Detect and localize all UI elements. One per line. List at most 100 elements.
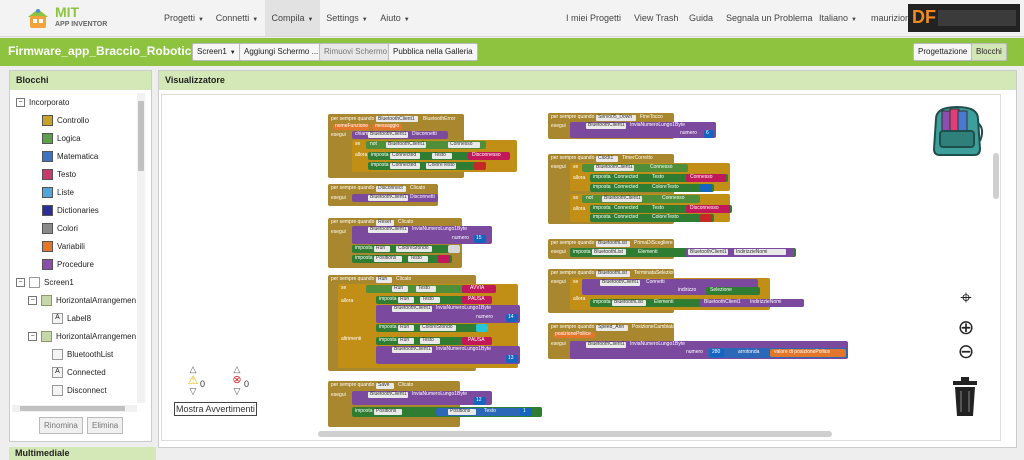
media-panel-title: Multimediale: [9, 447, 156, 460]
call-block-send-byte[interactable]: BluetoothClient1 InviaNumeroLungo1Byte n…: [352, 226, 492, 244]
compare-block[interactable]: Run Testo AVVIA: [366, 285, 496, 293]
text-literal[interactable]: [438, 255, 450, 263]
trash-icon[interactable]: [951, 377, 979, 417]
app-inventor-logo-icon[interactable]: [24, 5, 52, 31]
set-block-connected-color[interactable]: imposta Connected ColoreTesto: [368, 162, 486, 170]
screen-select[interactable]: Screen1 ▼: [192, 43, 241, 61]
publish-gallery-button[interactable]: Pubblica nella Galleria: [388, 43, 478, 61]
tree-vertical-scrollbar[interactable]: [137, 93, 145, 403]
rename-button[interactable]: Rinomina: [39, 417, 83, 434]
menu-aiuto[interactable]: Aiuto ▼: [375, 0, 415, 36]
scrollbar-thumb[interactable]: [138, 101, 144, 171]
set-block-positions[interactable]: imposta Positions Positions Testo 1: [352, 407, 542, 417]
watermark-text-blur: [938, 10, 1016, 26]
set-block-connected-color[interactable]: imposta Connected ColoreTesto: [590, 184, 714, 192]
blocks-workspace[interactable]: per sempre quando BluetoothClient1 Bluet…: [161, 94, 1001, 441]
zoom-out-icon[interactable]: ⊖: [955, 339, 977, 364]
link-view-trash[interactable]: View Trash: [634, 0, 678, 36]
link-segnala-problema[interactable]: Segnala un Problema: [726, 0, 813, 36]
menu-user[interactable]: maurizion: [871, 0, 910, 36]
call-block-send-byte[interactable]: BluetoothClient1 InviaNumeroLungo1Byte n…: [570, 122, 716, 138]
tree-horizontal-arrangement-2[interactable]: − HorizontalArrangemen: [28, 330, 136, 344]
color-swatch-icon: [42, 259, 53, 271]
color-literal[interactable]: [476, 324, 488, 332]
menu-language[interactable]: Italiano ▼: [819, 0, 857, 36]
category-controllo[interactable]: Controllo: [42, 114, 89, 128]
workspace-horizontal-scrollbar[interactable]: [318, 431, 832, 437]
blocks-button[interactable]: Blocchi: [971, 43, 1007, 61]
set-block-connected-text[interactable]: imposta Connected Testo Connesso: [590, 174, 728, 182]
tree-label8[interactable]: A Label8: [52, 312, 91, 326]
errors-count: 0: [244, 379, 250, 389]
blocks-viewer: Visualizzatore per sempre quando Bluetoo…: [158, 70, 1017, 448]
designer-button[interactable]: Progettazione: [913, 43, 973, 61]
menu-settings[interactable]: Settings ▼: [322, 0, 372, 36]
menu-connetti[interactable]: Connetti ▼: [212, 0, 262, 36]
set-block-run-color[interactable]: imposta Run ColoreSfondo: [352, 245, 460, 253]
delete-button[interactable]: Elimina: [87, 417, 124, 434]
not-block[interactable]: not BluetoothClient1 Connesso: [366, 141, 486, 149]
backpack-icon[interactable]: [928, 101, 986, 157]
link-guida[interactable]: Guida: [689, 0, 713, 36]
logo-title: MIT: [55, 4, 80, 20]
label-icon: A: [52, 367, 63, 379]
color-swatch-icon: [42, 115, 53, 127]
color-literal[interactable]: [700, 214, 712, 222]
category-variabili[interactable]: Variabili: [42, 240, 85, 254]
scrollbar-thumb[interactable]: [20, 406, 125, 411]
call-block-connect[interactable]: BluetoothClient1 Connetti indirizzo Sele…: [582, 279, 760, 295]
category-dictionaries[interactable]: Dictionaries: [42, 204, 99, 218]
tree-connected[interactable]: A Connected: [52, 366, 106, 380]
color-literal[interactable]: [448, 245, 460, 253]
category-testo[interactable]: Testo: [42, 168, 76, 182]
call-block-disconnect[interactable]: chiama BluetoothClient1 Disconnetti: [352, 131, 448, 139]
workspace-vertical-scrollbar[interactable]: [993, 153, 999, 199]
number-literal[interactable]: [520, 408, 532, 416]
zoom-in-icon[interactable]: ⊕: [955, 315, 977, 340]
remove-screen-button[interactable]: Rimuovi Schermo: [319, 43, 393, 61]
tree-builtin[interactable]: − Incorporato: [16, 96, 69, 110]
category-matematica[interactable]: Matematica: [42, 150, 98, 164]
call-block-send-byte[interactable]: BluetoothClient1 InviaNumeroLungo1Byte n…: [570, 341, 848, 359]
tree-screen1[interactable]: − Screen1: [16, 276, 74, 290]
category-liste[interactable]: Liste: [42, 186, 74, 200]
color-swatch-icon: [42, 151, 53, 163]
center-target-icon[interactable]: ⌖: [955, 287, 977, 310]
add-screen-button[interactable]: Aggiungi Schermo ...: [239, 43, 324, 61]
tree-horizontal-arrangement-1[interactable]: − HorizontalArrangemen: [28, 294, 136, 308]
caret-down-icon: ▼: [252, 17, 259, 23]
show-warnings-button[interactable]: Mostra Avvertimenti: [174, 402, 257, 416]
logo-subtitle: APP INVENTOR: [55, 21, 108, 28]
not-block[interactable]: not BluetoothClient1 Connesso: [582, 195, 700, 203]
caret-down-icon: ▼: [851, 17, 857, 23]
arrangement-icon: [41, 331, 52, 343]
color-literal[interactable]: [474, 162, 486, 170]
category-logica[interactable]: Logica: [42, 132, 81, 146]
menu-compila[interactable]: Compila ▼: [265, 0, 320, 36]
category-procedure[interactable]: Procedure: [42, 258, 94, 272]
viewer-title: Visualizzatore: [159, 71, 1016, 90]
set-block-run-color[interactable]: imposta Run ColoreSfondo: [376, 324, 488, 332]
set-block-connected-text[interactable]: imposta Connected Testo Disconnesso: [368, 152, 510, 160]
call-block-disconnect[interactable]: BluetoothClient1 Disconnetti: [352, 194, 438, 202]
tree-bluetoothlist[interactable]: BluetoothList: [52, 348, 113, 362]
color-literal[interactable]: [700, 184, 712, 192]
category-colori[interactable]: Colori: [42, 222, 78, 236]
call-block-send-byte[interactable]: BluetoothClient1 InviaNumeroLungo1Byte 1…: [352, 391, 492, 405]
tree-horizontal-scrollbar[interactable]: [12, 405, 137, 412]
property-block[interactable]: BluetoothClient1 Connesso: [582, 164, 688, 172]
set-block-run-text-else[interactable]: imposta Run Testo PAUSA: [376, 337, 492, 345]
call-block-send-byte[interactable]: BluetoothClient1 InviaNumeroLungo1Byte 1…: [376, 346, 520, 364]
tree-disconnect[interactable]: Disconnect: [52, 384, 107, 398]
color-swatch-icon: [42, 205, 53, 217]
set-block-positions-text[interactable]: imposta Positions Testo: [352, 255, 452, 263]
menu-progetti[interactable]: Progetti ▼: [158, 0, 210, 36]
arrow-up-icon[interactable]: △: [228, 365, 246, 374]
set-block-list-elements[interactable]: imposta BluetoothList Elementi Bluetooth…: [570, 248, 796, 257]
link-miei-progetti[interactable]: I miei Progetti: [566, 0, 621, 36]
set-block-run-text-pausa[interactable]: imposta Run Testo PAUSA: [376, 296, 492, 304]
set-block-connected-text[interactable]: imposta Connected Testo Disconnesso: [590, 205, 732, 213]
set-block-list-elements[interactable]: imposta BluetoothList Elementi Bluetooth…: [590, 299, 804, 307]
set-block-connected-color[interactable]: imposta Connected ColoreTesto: [590, 214, 714, 222]
call-block-send-byte[interactable]: BluetoothClient1 InviaNumeroLungo1Byte n…: [376, 305, 520, 323]
